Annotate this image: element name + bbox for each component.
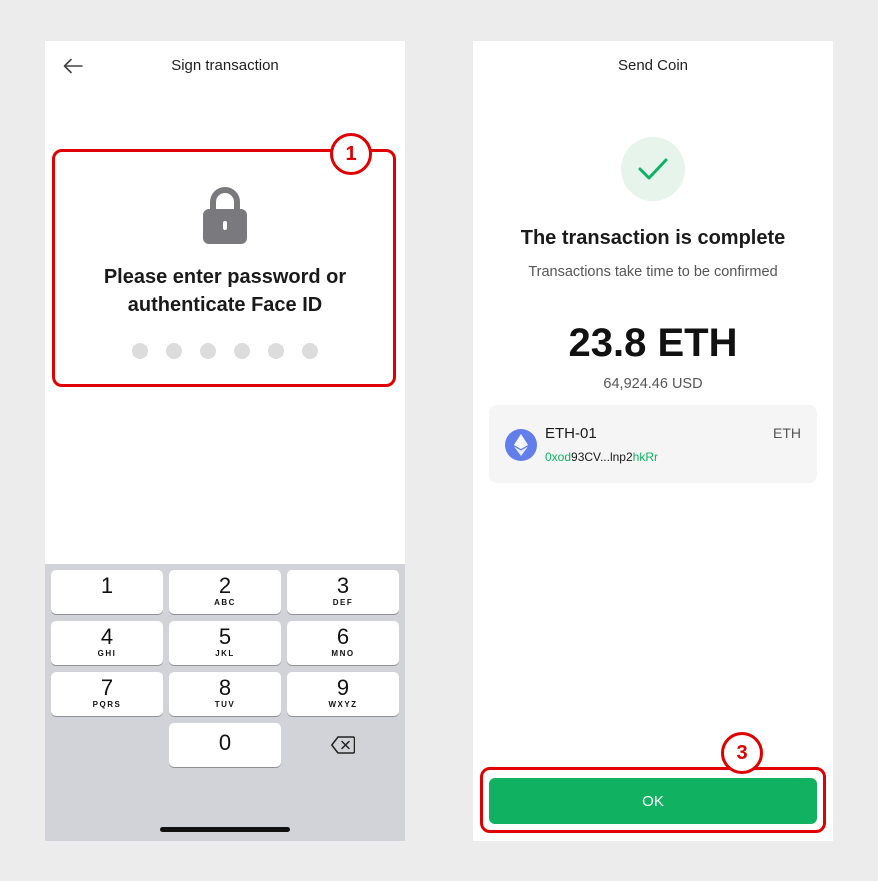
page-title: Send Coin (617, 57, 689, 74)
key-1[interactable]: 1 (51, 570, 163, 614)
key-letters: MNO (331, 649, 355, 658)
wallet-card: ETH-01 0xod93CV...lnp2hkRr ETH (489, 405, 817, 483)
key-number: 3 (336, 573, 350, 598)
checkmark-icon (638, 158, 668, 180)
key-number: 0 (218, 730, 232, 755)
pin-dot (302, 343, 318, 359)
key-0[interactable]: 0 (169, 723, 281, 767)
key-4[interactable]: 4 GHI (51, 621, 163, 665)
complete-title: The transaction is complete (520, 227, 786, 249)
send-coin-screen: Send Coin The transaction is complete Tr… (473, 41, 833, 841)
address-suffix: hkRr (632, 450, 658, 464)
key-number: 2 (218, 573, 232, 598)
page-title: Sign transaction (171, 57, 279, 74)
key-number: 4 (100, 624, 114, 649)
amount-usd: 64,924.46 USD (603, 376, 703, 392)
key-number: 7 (100, 675, 114, 700)
key-letters: GHI (97, 649, 117, 658)
key-2[interactable]: 2 ABC (169, 570, 281, 614)
pin-dot (200, 343, 216, 359)
key-letters: DEF (332, 598, 354, 607)
key-letters: PQRS (92, 700, 122, 709)
key-5[interactable]: 5 JKL (169, 621, 281, 665)
wallet-name: ETH-01 (545, 425, 597, 442)
wallet-symbol: ETH (773, 425, 801, 441)
pin-dot (132, 343, 148, 359)
key-number: 6 (336, 624, 350, 649)
key-8[interactable]: 8 TUV (169, 672, 281, 716)
ethereum-icon (505, 429, 537, 461)
key-3[interactable]: 3 DEF (287, 570, 399, 614)
pin-dot (234, 343, 250, 359)
annotation-badge-1: 1 (330, 133, 372, 175)
home-indicator (160, 827, 290, 832)
key-number: 9 (336, 675, 350, 700)
pin-dot (268, 343, 284, 359)
delete-key-icon (331, 736, 355, 754)
key-9[interactable]: 9 WXYZ (287, 672, 399, 716)
key-6[interactable]: 6 MNO (287, 621, 399, 665)
wallet-address: 0xod93CV...lnp2hkRr (545, 450, 658, 464)
ok-button[interactable]: OK (489, 778, 817, 824)
success-badge (621, 137, 685, 201)
pin-dot (166, 343, 182, 359)
auth-prompt: Please enter password or authenticate Fa… (65, 263, 385, 319)
address-middle: 93CV...lnp2 (571, 450, 633, 464)
annotation-badge-3: 3 (721, 732, 763, 774)
key-letters: ABC (214, 598, 236, 607)
lock-icon (203, 187, 247, 244)
auth-prompt-line-2: authenticate Face ID (127, 294, 323, 316)
delete-key[interactable] (328, 732, 358, 758)
amount: 23.8 ETH (568, 321, 738, 365)
key-number: 8 (218, 675, 232, 700)
complete-subtitle: Transactions take time to be confirmed (528, 264, 778, 280)
key-letters: JKL (215, 649, 235, 658)
numeric-keypad: 1 2 ABC 3 DEF 4 GHI 5 JKL 6 MNO 7 PQRS 8… (45, 564, 405, 841)
key-letters: TUV (214, 700, 236, 709)
key-7[interactable]: 7 PQRS (51, 672, 163, 716)
key-number: 5 (218, 624, 232, 649)
key-number: 1 (100, 573, 114, 598)
pin-dots (132, 343, 318, 359)
address-prefix: 0xod (545, 450, 572, 464)
auth-prompt-line-1: Please enter password or (103, 266, 347, 288)
key-letters: WXYZ (328, 700, 358, 709)
